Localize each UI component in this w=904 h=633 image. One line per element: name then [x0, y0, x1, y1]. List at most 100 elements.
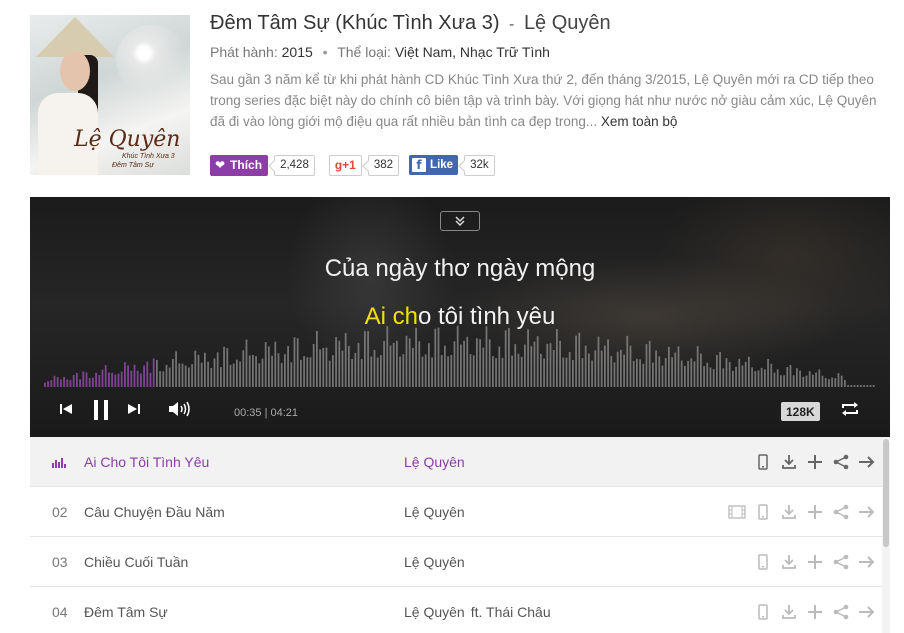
waveform-bar — [540, 353, 542, 387]
track-row[interactable]: 04 Đêm Tâm Sự Lệ Quyên ft. Thái Châu — [30, 587, 890, 633]
track-list-scrollbar[interactable] — [882, 437, 890, 633]
track-row[interactable]: Ai Cho Tôi Tình Yêu Lệ Quyên — [30, 437, 890, 487]
social-bar: ❤ Thích 2,428 g+1 382 f Like 32k — [210, 154, 495, 176]
waveform-bar — [492, 356, 494, 387]
waveform-bar — [773, 372, 776, 387]
waveform-seekbar[interactable] — [44, 317, 876, 397]
download-icon[interactable] — [780, 453, 798, 471]
facebook-like-button[interactable]: f Like — [409, 155, 459, 175]
waveform-bar — [175, 351, 177, 387]
waveform-bar — [706, 362, 709, 387]
waveform-bar — [396, 340, 398, 387]
waveform-bar — [661, 365, 664, 387]
collapse-lyrics-button[interactable] — [440, 211, 480, 231]
waveform-bar — [565, 357, 568, 387]
waveform-bar — [792, 375, 795, 387]
gplus-button[interactable]: g+1 — [328, 154, 362, 176]
download-icon[interactable] — [780, 503, 798, 521]
track-row[interactable]: 02 Câu Chuyện Đầu Năm Lệ Quyên — [30, 487, 890, 537]
waveform-bar — [744, 361, 747, 387]
mobile-icon[interactable] — [754, 503, 772, 521]
waveform-bar — [348, 346, 350, 387]
track-title[interactable]: Ai Cho Tôi Tình Yêu — [84, 454, 209, 470]
waveform-bar — [156, 359, 158, 387]
album-cover[interactable]: Lệ Quyên Khúc Tình Xưa 3 Đêm Tâm Sự — [30, 15, 190, 175]
track-title[interactable]: Chiều Cuối Tuần — [84, 554, 188, 570]
waveform-bar — [719, 351, 721, 387]
mobile-icon[interactable] — [754, 553, 772, 571]
waveform-bar — [245, 339, 248, 387]
cover-blossom — [116, 25, 186, 95]
add-icon[interactable] — [806, 453, 824, 471]
track-list: Ai Cho Tôi Tình Yêu Lệ Quyên 02 Câu Chuyện … — [30, 437, 890, 633]
track-title[interactable]: Câu Chuyện Đầu Năm — [84, 504, 225, 520]
cover-face — [60, 51, 90, 91]
share-icon[interactable] — [832, 503, 850, 521]
previous-button[interactable] — [58, 401, 74, 417]
waveform-bar — [860, 385, 862, 387]
see-more-link[interactable]: Xem toàn bộ — [601, 114, 678, 129]
track-artist-link[interactable]: Lệ Quyên — [404, 554, 465, 570]
waveform-bar — [194, 350, 197, 387]
video-icon[interactable] — [728, 503, 746, 521]
waveform-bar — [351, 359, 353, 387]
album-artist-link[interactable]: Lệ Quyên — [524, 12, 611, 34]
waveform-bar — [453, 341, 456, 387]
waveform-bar — [456, 325, 459, 387]
waveform-bar — [444, 345, 446, 387]
track-artist-link[interactable]: Lệ Quyên — [404, 454, 465, 470]
waveform-bar — [546, 343, 549, 387]
genre-links[interactable]: Việt Nam, Nhạc Trữ Tình — [395, 44, 550, 60]
track-artist-link[interactable]: Lệ Quyên — [404, 504, 465, 520]
arrow-right-icon[interactable] — [858, 503, 876, 521]
track-title[interactable]: Đêm Tâm Sự — [84, 604, 168, 620]
waveform-bar-played — [104, 365, 107, 387]
share-icon[interactable] — [832, 453, 850, 471]
mobile-icon[interactable] — [754, 603, 772, 621]
arrow-right-icon[interactable] — [858, 453, 876, 471]
waveform-bar — [684, 365, 686, 387]
waveform-bar — [220, 367, 222, 387]
waveform-bar — [178, 363, 181, 387]
waveform-bar — [770, 363, 773, 387]
share-icon[interactable] — [832, 603, 850, 621]
waveform-bar — [613, 362, 616, 387]
waveform-bar — [610, 356, 613, 387]
track-artist-link[interactable]: Lệ Quyên — [404, 604, 465, 620]
waveform-bar-played — [60, 379, 62, 387]
share-icon[interactable] — [832, 553, 850, 571]
add-icon[interactable] — [806, 503, 824, 521]
track-featured-artist[interactable]: ft. Thái Châu — [471, 604, 551, 620]
waveform-bar — [623, 354, 625, 387]
waveform-bar — [274, 341, 277, 387]
arrow-right-icon[interactable] — [858, 553, 876, 571]
waveform-bar — [748, 356, 750, 387]
facebook-icon: f — [412, 158, 427, 172]
download-icon[interactable] — [780, 603, 798, 621]
scrollbar-thumb[interactable] — [883, 439, 889, 547]
waveform-bar — [312, 344, 315, 387]
like-button[interactable]: ❤ Thích — [210, 154, 269, 176]
quality-button[interactable]: 128K — [781, 402, 820, 421]
waveform-bar-played — [101, 369, 104, 387]
mobile-icon[interactable] — [754, 453, 772, 471]
add-icon[interactable] — [806, 603, 824, 621]
waveform-bar-played — [95, 372, 97, 387]
volume-button[interactable] — [168, 401, 196, 417]
add-icon[interactable] — [806, 553, 824, 571]
waveform-bar — [482, 347, 485, 387]
arrow-right-icon[interactable] — [858, 603, 876, 621]
track-row[interactable]: 03 Chiều Cuối Tuần Lệ Quyên — [30, 537, 890, 587]
waveform-bar — [556, 329, 558, 387]
download-icon[interactable] — [780, 553, 798, 571]
waveform-bar — [264, 342, 267, 387]
next-button[interactable] — [126, 401, 142, 417]
waveform-bar-played — [82, 371, 85, 387]
waveform-bar — [303, 356, 305, 387]
waveform-bar — [575, 335, 577, 387]
waveform-bar — [191, 364, 193, 387]
pause-button[interactable] — [92, 398, 110, 422]
waveform-bar — [831, 377, 833, 387]
repeat-button[interactable] — [840, 401, 860, 417]
waveform-bar — [863, 385, 865, 387]
